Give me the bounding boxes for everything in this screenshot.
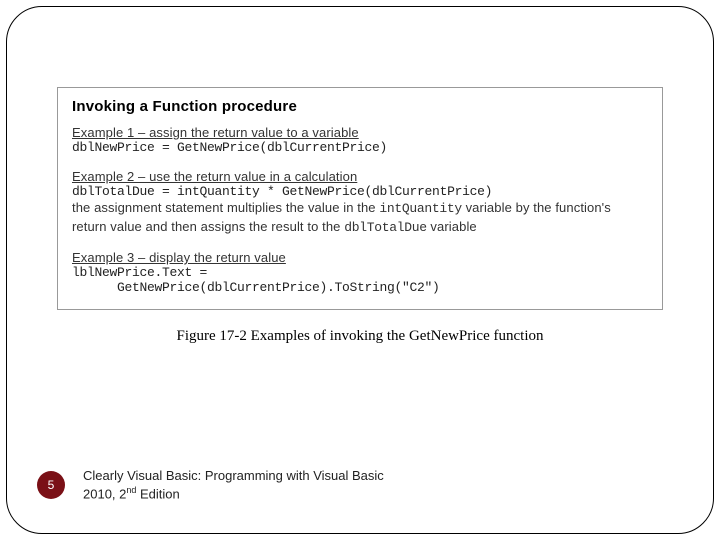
desc-mono: intQuantity [379,201,462,216]
book-ordinal: nd [126,485,136,495]
page-number: 5 [48,478,55,492]
example3-label: Example 3 – display the return value [72,250,648,265]
book-text: Edition [136,486,179,501]
desc-mono: dblTotalDue [344,220,427,235]
example2-description: the assignment statement multiplies the … [72,199,648,236]
desc-text: the assignment statement multiplies the … [72,200,379,215]
figure-box: Invoking a Function procedure Example 1 … [57,87,663,310]
slide-footer: 5 Clearly Visual Basic: Programming with… [37,467,653,503]
figure-heading: Invoking a Function procedure [72,98,648,115]
page-number-badge: 5 [37,471,65,499]
example3-code-line2: GetNewPrice(dblCurrentPrice).ToString("C… [72,280,648,295]
example2-code: dblTotalDue = intQuantity * GetNewPrice(… [72,184,648,199]
figure-caption: Figure 17-2 Examples of invoking the Get… [57,328,663,345]
slide-frame: Invoking a Function procedure Example 1 … [6,6,714,534]
book-reference: Clearly Visual Basic: Programming with V… [83,467,403,503]
example3-code-line1: lblNewPrice.Text = [72,265,648,280]
example1-label: Example 1 – assign the return value to a… [72,125,648,140]
desc-text: variable [427,219,477,234]
example2-label: Example 2 – use the return value in a ca… [72,169,648,184]
example1-code: dblNewPrice = GetNewPrice(dblCurrentPric… [72,140,648,155]
